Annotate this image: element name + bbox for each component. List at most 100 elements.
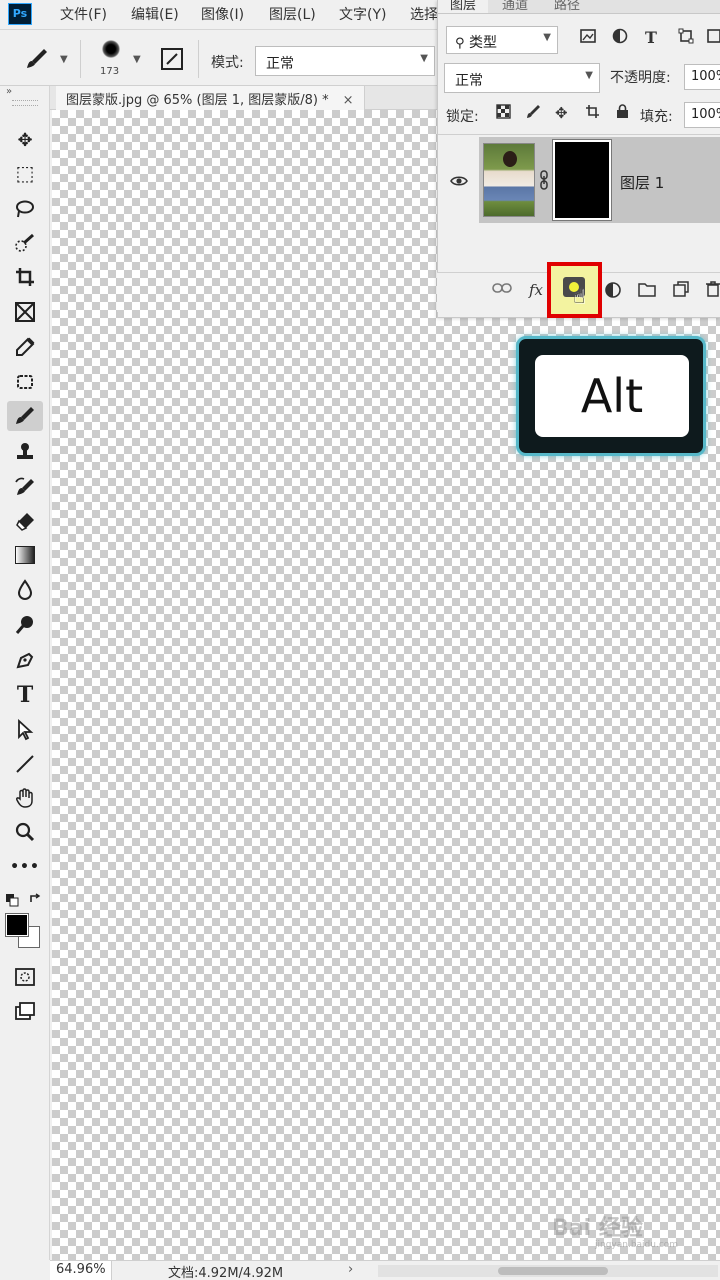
brush-size-chevron-icon[interactable]: ▼ (133, 54, 141, 65)
healing-tool-icon[interactable] (7, 367, 43, 397)
pen-tool-icon[interactable] (7, 645, 43, 675)
more-tools-icon[interactable]: ••• (7, 852, 43, 882)
layer-name[interactable]: 图层 1 (620, 172, 664, 193)
path-select-tool-icon[interactable] (7, 715, 43, 745)
chevron-down-icon: ▼ (420, 53, 428, 64)
move-tool-icon[interactable]: ✥ (7, 125, 43, 155)
menu-edit[interactable]: 编辑(E) (131, 4, 179, 24)
type-tool-icon[interactable]: T (7, 680, 43, 710)
layer-thumbnail-figure (503, 151, 517, 167)
chevron-down-icon: ▼ (585, 70, 593, 81)
default-colors-icon[interactable] (5, 893, 19, 911)
visibility-eye-icon[interactable] (450, 172, 468, 191)
tab-paths[interactable]: 路径 (542, 0, 592, 13)
link-icon[interactable] (492, 281, 512, 299)
document-title: 图层蒙版.jpg @ 65% (图层 1, 图层蒙版/8) * (66, 93, 329, 108)
mode-select[interactable]: 正常 ▼ (255, 46, 435, 76)
brush-size: 173 (100, 66, 120, 77)
horizontal-scrollbar[interactable] (378, 1265, 718, 1277)
add-mask-button[interactable]: ☝ (547, 262, 602, 318)
gradient-tool-icon[interactable] (7, 540, 43, 570)
panel-tabs: 图层 通道 路径 (438, 0, 720, 14)
options-divider (198, 40, 199, 78)
brush-tip-icon[interactable] (102, 40, 120, 58)
close-icon[interactable]: × (343, 93, 354, 108)
baidu-watermark-url: jingyan.baidu.com (595, 1240, 679, 1250)
tab-layers[interactable]: 图层 (438, 0, 489, 13)
baidu-watermark: Bai 经验 (552, 1216, 643, 1241)
swap-colors-icon[interactable] (28, 892, 42, 910)
opacity-label: 不透明度: (610, 70, 671, 86)
menu-type[interactable]: 文字(Y) (339, 4, 386, 24)
alt-key-overlay: Alt (516, 336, 706, 456)
zoom-tool-icon[interactable] (7, 817, 43, 847)
tab-channels[interactable]: 通道 (490, 0, 540, 13)
lock-transparent-icon[interactable] (496, 104, 511, 123)
hand-cursor-icon: ☝ (573, 284, 586, 308)
pixel-filter-icon[interactable] (580, 28, 596, 48)
scrollbar-thumb[interactable] (498, 1267, 608, 1275)
brush-tool-icon[interactable] (7, 401, 43, 431)
photoshop-logo: Ps (8, 3, 32, 25)
menu-select[interactable]: 选择 (410, 4, 438, 24)
lock-position-icon[interactable]: ✥ (555, 104, 568, 122)
opacity-input[interactable]: 100% (684, 64, 720, 90)
hand-tool-icon[interactable] (7, 783, 43, 813)
brush-preset-chevron-icon[interactable]: ▼ (60, 54, 68, 65)
layer-filter-select[interactable]: ⚲ 类型 ▼ (446, 26, 558, 54)
filter-value: 类型 (468, 35, 497, 51)
toolbar-grip[interactable] (12, 100, 38, 106)
blend-mode-value: 正常 (455, 73, 483, 89)
mode-value: 正常 (266, 56, 294, 72)
adjustment-layer-icon[interactable] (604, 281, 622, 303)
layer-mask-thumbnail[interactable] (552, 139, 612, 221)
lock-all-icon[interactable] (615, 104, 630, 123)
lock-label: 锁定: (446, 109, 479, 125)
shape-filter-icon[interactable] (678, 28, 694, 48)
adjustment-filter-icon[interactable] (612, 28, 628, 48)
dodge-tool-icon[interactable] (7, 610, 43, 640)
lasso-tool-icon[interactable] (7, 194, 43, 224)
marquee-tool-icon[interactable]: ⬚ (7, 158, 43, 188)
blur-tool-icon[interactable] (7, 575, 43, 605)
mask-link-icon[interactable] (539, 170, 549, 194)
foreground-color-swatch[interactable] (5, 913, 29, 937)
collapse-toolbar-icon[interactable]: » (6, 86, 12, 97)
folder-icon[interactable] (638, 281, 656, 301)
fill-input[interactable]: 100% (684, 102, 720, 128)
options-divider (80, 40, 81, 78)
blend-mode-select[interactable]: 正常 ▼ (444, 63, 600, 93)
document-size: 文档:4.92M/4.92M (168, 1266, 284, 1280)
line-tool-icon[interactable] (7, 749, 43, 779)
search-icon: ⚲ (455, 36, 465, 51)
eraser-tool-icon[interactable] (7, 506, 43, 536)
status-bar: 64.96% 文档:4.92M/4.92M › (50, 1260, 720, 1280)
stamp-tool-icon[interactable] (7, 437, 43, 467)
new-layer-icon[interactable] (673, 281, 689, 301)
frame-tool-icon[interactable] (7, 297, 43, 327)
lock-artboard-icon[interactable] (585, 104, 600, 123)
eyedropper-tool-icon[interactable] (7, 332, 43, 362)
alt-key-label: Alt (535, 355, 689, 437)
fill-label: 填充: (640, 109, 673, 125)
menu-file[interactable]: 文件(F) (60, 4, 107, 24)
brush-settings-icon[interactable] (160, 47, 184, 75)
divider (438, 134, 720, 135)
brush-preset-icon[interactable] (24, 46, 50, 76)
document-tab[interactable]: 图层蒙版.jpg @ 65% (图层 1, 图层蒙版/8) * × (56, 86, 365, 110)
zoom-level[interactable]: 64.96% (50, 1261, 112, 1280)
screen-mode-icon[interactable] (7, 996, 43, 1026)
quick-select-tool-icon[interactable] (7, 228, 43, 258)
lock-pixels-icon[interactable] (526, 104, 541, 123)
chevron-down-icon: ▼ (543, 32, 551, 43)
status-menu-arrow-icon[interactable]: › (348, 1262, 353, 1277)
fx-icon[interactable]: fx (529, 281, 543, 299)
menu-image[interactable]: 图像(I) (201, 4, 244, 24)
history-brush-tool-icon[interactable] (7, 472, 43, 502)
trash-icon[interactable] (706, 281, 720, 301)
type-filter-icon[interactable]: T (645, 28, 657, 47)
smart-object-filter-icon[interactable] (706, 28, 720, 48)
crop-tool-icon[interactable] (7, 262, 43, 292)
quick-mask-icon[interactable] (7, 962, 43, 992)
menu-layer[interactable]: 图层(L) (269, 4, 316, 24)
